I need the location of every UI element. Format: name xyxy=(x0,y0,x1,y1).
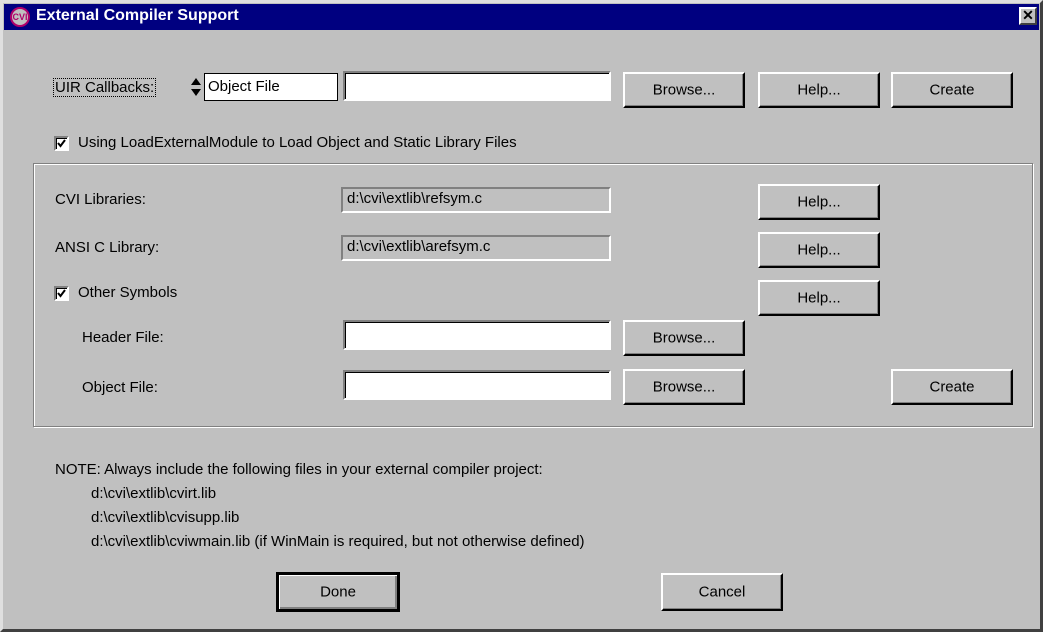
ansi-c-library-help-button[interactable]: Help... xyxy=(758,232,880,268)
ansi-c-library-help-label: Help... xyxy=(797,241,841,259)
ansi-c-library-label: ANSI C Library: xyxy=(55,239,160,256)
other-symbols-help-label: Help... xyxy=(797,289,841,307)
note-file-2: d:\cvi\extlib\cvisupp.lib xyxy=(91,509,240,526)
note-heading: NOTE: Always include the following files… xyxy=(55,461,543,478)
window-title: External Compiler Support xyxy=(36,7,239,24)
close-button[interactable]: ✕ xyxy=(1019,7,1037,25)
object-file-browse-label: Browse... xyxy=(652,378,716,396)
dialog-window: CVI External Compiler Support ✕ UIR Call… xyxy=(0,0,1043,632)
object-file-create-label: Create xyxy=(929,378,975,396)
uir-help-label: Help... xyxy=(797,81,841,99)
load-external-label[interactable]: Using LoadExternalModule to Load Object … xyxy=(78,134,517,151)
uir-callbacks-label: UIR Callbacks: xyxy=(53,78,157,97)
cvi-libraries-label: CVI Libraries: xyxy=(55,191,146,208)
uir-browse-button[interactable]: Browse... xyxy=(623,72,745,108)
close-icon: ✕ xyxy=(1022,7,1034,23)
uir-create-button[interactable]: Create xyxy=(891,72,1013,108)
checkmark-icon xyxy=(57,139,66,148)
done-button[interactable]: Done xyxy=(276,572,400,612)
uir-callbacks-ring[interactable]: Object File xyxy=(188,73,338,101)
uir-create-label: Create xyxy=(929,81,975,99)
object-file-browse-button[interactable]: Browse... xyxy=(623,369,745,405)
note-file-3: d:\cvi\extlib\cviwmain.lib (if WinMain i… xyxy=(91,533,585,550)
object-file-create-button[interactable]: Create xyxy=(891,369,1013,405)
ansi-c-library-value: d:\cvi\extlib\arefsym.c xyxy=(341,235,611,261)
uir-callbacks-label-text: UIR Callbacks: xyxy=(55,79,155,96)
cvi-libraries-value: d:\cvi\extlib\refsym.c xyxy=(341,187,611,213)
cvi-logo-icon[interactable]: CVI xyxy=(10,7,30,27)
header-file-browse-button[interactable]: Browse... xyxy=(623,320,745,356)
note-file-1: d:\cvi\extlib\cvirt.lib xyxy=(91,485,217,502)
uir-path-input[interactable] xyxy=(343,71,611,101)
uir-browse-label: Browse... xyxy=(652,81,716,99)
other-symbols-label[interactable]: Other Symbols xyxy=(78,284,177,301)
cvi-libraries-help-button[interactable]: Help... xyxy=(758,184,880,220)
ring-updown-icon[interactable] xyxy=(188,77,204,97)
checkmark-icon xyxy=(57,289,66,298)
uir-help-button[interactable]: Help... xyxy=(758,72,880,108)
cancel-label: Cancel xyxy=(698,583,746,601)
other-symbols-checkbox[interactable] xyxy=(54,286,69,301)
cvi-libraries-help-label: Help... xyxy=(797,193,841,211)
ring-value[interactable]: Object File xyxy=(204,73,338,101)
object-file-label: Object File: xyxy=(82,379,158,396)
header-file-browse-label: Browse... xyxy=(652,329,716,347)
load-external-checkbox[interactable] xyxy=(54,136,69,151)
object-file-input[interactable] xyxy=(343,370,611,400)
header-file-input[interactable] xyxy=(343,320,611,350)
title-bar[interactable]: CVI External Compiler Support ✕ xyxy=(4,4,1039,30)
done-label: Done xyxy=(320,583,356,601)
header-file-label: Header File: xyxy=(82,329,164,346)
other-symbols-help-button[interactable]: Help... xyxy=(758,280,880,316)
cancel-button[interactable]: Cancel xyxy=(661,573,783,611)
